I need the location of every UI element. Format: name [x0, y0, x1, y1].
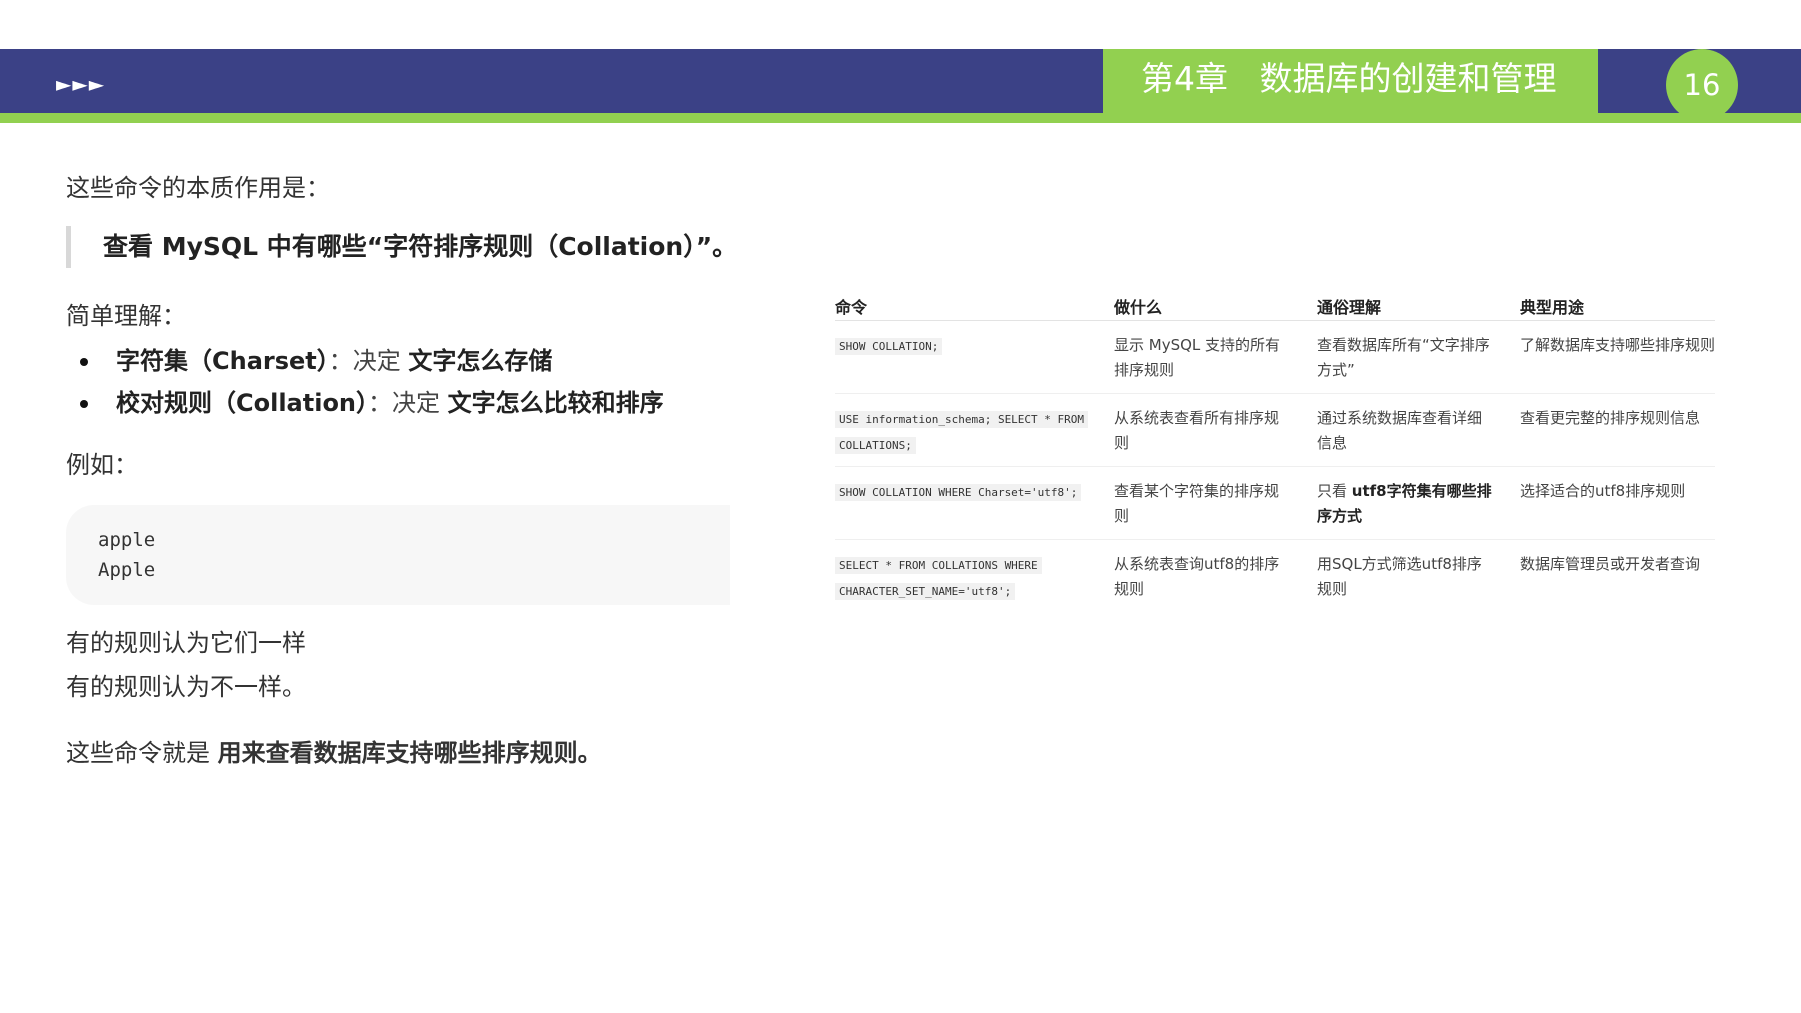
- table-row: USE information_schema; SELECT * FROM CO…: [835, 394, 1715, 467]
- table-row: SHOW COLLATION; 显示 MySQL 支持的所有排序规则 查看数据库…: [835, 321, 1715, 394]
- bullet-term: 校对规则（Collation）: [116, 389, 369, 417]
- plain-prefix: 只看: [1317, 482, 1352, 500]
- table-row: SHOW COLLATION WHERE Charset='utf8'; 查看某…: [835, 467, 1715, 540]
- bullet-item-charset: 字符集（Charset）：决定 文字怎么存储: [66, 340, 664, 382]
- code-block: apple Apple: [66, 505, 730, 605]
- command-code: USE information_schema; SELECT * FROM CO…: [835, 411, 1089, 454]
- what-cell: 从系统表查看所有排序规则: [1114, 409, 1280, 452]
- bullet-dot-icon: [80, 358, 88, 366]
- summary-prefix: 这些命令就是: [66, 739, 218, 767]
- code-line: apple: [98, 529, 156, 551]
- triple-arrow-icon: ►►►: [56, 72, 106, 96]
- table-header-row: 命令 做什么 通俗理解 典型用途: [835, 290, 1715, 321]
- table-header-cell: 做什么: [1114, 298, 1163, 317]
- bullet-description: 文字怎么比较和排序: [447, 389, 664, 417]
- commands-table: 命令 做什么 通俗理解 典型用途 SHOW COLLATION; 显示 MySQ…: [835, 290, 1715, 612]
- bullet-separator: ：决定: [368, 389, 448, 417]
- command-cell: SELECT * FROM COLLATIONS WHERE CHARACTER…: [835, 552, 1085, 604]
- summary-text: 这些命令就是 用来查看数据库支持哪些排序规则。: [66, 733, 602, 768]
- chapter-title: 第4章 数据库的创建和管理: [1141, 59, 1557, 98]
- what-cell: 显示 MySQL 支持的所有排序规则: [1114, 336, 1281, 379]
- bullet-list: 字符集（Charset）：决定 文字怎么存储 校对规则（Collation）：决…: [66, 340, 664, 424]
- simple-heading: 简单理解：: [66, 302, 186, 330]
- page-number: 16: [1666, 49, 1738, 121]
- plain-cell: 用SQL方式筛选utf8排序规则: [1317, 555, 1482, 598]
- intro-text: 这些命令的本质作用是：: [66, 174, 330, 202]
- bullet-separator: ：决定: [328, 347, 409, 375]
- bullet-term: 字符集（Charset）: [116, 347, 329, 375]
- plain-cell: 只看 utf8字符集有哪些排序方式: [1317, 479, 1492, 529]
- code-line: Apple: [98, 559, 156, 581]
- plain-cell: 查看数据库所有“文字排序方式”: [1317, 336, 1490, 379]
- use-cell: 选择适合的utf8排序规则: [1520, 482, 1686, 500]
- bullet-item-collation: 校对规则（Collation）：决定 文字怎么比较和排序: [66, 382, 664, 424]
- use-cell: 查看更完整的排序规则信息: [1520, 409, 1701, 427]
- example-heading: 例如：: [66, 451, 138, 479]
- explanation-line: 有的规则认为它们一样: [66, 629, 306, 657]
- quote-block: 查看 MySQL 中有哪些“字符排序规则（Collation）”。: [66, 226, 737, 268]
- bullet-description: 文字怎么存储: [408, 347, 553, 375]
- command-cell: SHOW COLLATION;: [835, 333, 1085, 359]
- table-header-cell: 命令: [835, 298, 868, 317]
- what-cell: 查看某个字符集的排序规则: [1114, 482, 1280, 525]
- what-cell: 从系统表查询utf8的排序规则: [1114, 555, 1280, 598]
- bullet-dot-icon: [80, 400, 88, 408]
- command-code: SELECT * FROM COLLATIONS WHERE CHARACTER…: [835, 557, 1042, 600]
- chapter-title-box: 第4章 数据库的创建和管理: [1103, 49, 1598, 123]
- plain-cell: 通过系统数据库查看详细信息: [1317, 409, 1483, 452]
- command-code: SHOW COLLATION WHERE Charset='utf8';: [835, 484, 1082, 501]
- explanation-line: 有的规则认为不一样。: [66, 673, 306, 701]
- summary-bold: 用来查看数据库支持哪些排序规则。: [217, 739, 602, 767]
- table-header-cell: 典型用途: [1520, 298, 1585, 317]
- use-cell: 数据库管理员或开发者查询: [1520, 555, 1701, 573]
- command-code: SHOW COLLATION;: [835, 338, 943, 355]
- command-cell: SHOW COLLATION WHERE Charset='utf8';: [835, 479, 1085, 505]
- table-header-cell: 通俗理解: [1317, 298, 1382, 317]
- table-row: SELECT * FROM COLLATIONS WHERE CHARACTER…: [835, 540, 1715, 612]
- command-cell: USE information_schema; SELECT * FROM CO…: [835, 406, 1089, 458]
- use-cell: 了解数据库支持哪些排序规则: [1520, 336, 1716, 354]
